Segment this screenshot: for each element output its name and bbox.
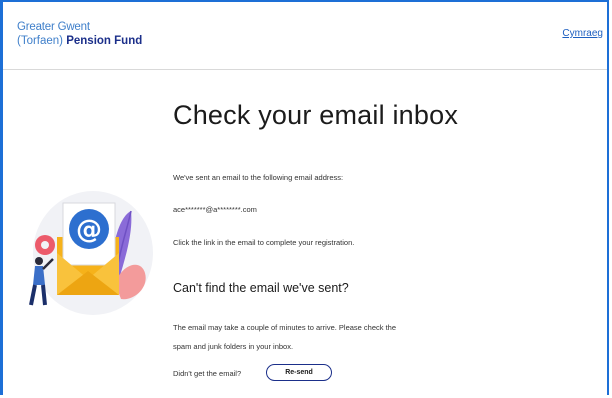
resend-button[interactable]: Re-send [266,364,332,381]
person-figure [35,257,43,265]
page-title: Check your email inbox [173,100,459,130]
masked-email: ace*******@a********.com [173,205,257,214]
logo-line1: Greater Gwent [17,21,90,33]
help-text-line1: The email may take a couple of minutes t… [173,323,397,332]
subheading: Can't find the email we've sent? [173,281,349,295]
didnt-get-label: Didn't get the email? [173,369,242,378]
logo-line2: (Torfaen) Pension Fund [17,34,142,48]
pension-fund-logo[interactable]: Greater Gwent (Torfaen) Pension Fund [17,20,142,48]
help-text-line2: spam and junk folders in your inbox. [173,342,294,351]
instruction-text: Click the link in the email to complete … [173,238,355,247]
site-header: Greater Gwent (Torfaen) Pension Fund Cym… [3,2,607,70]
main-content: @ Check your email inbox We've sent an e… [3,70,607,398]
logo-line2-bold: Pension Fund [66,35,143,47]
email-illustration: @ [29,191,153,315]
logo-line2-prefix: (Torfaen) [17,35,67,47]
language-toggle-link[interactable]: Cymraeg [562,28,603,39]
sent-text: We've sent an email to the following ema… [173,173,344,182]
svg-text:@: @ [76,215,102,245]
